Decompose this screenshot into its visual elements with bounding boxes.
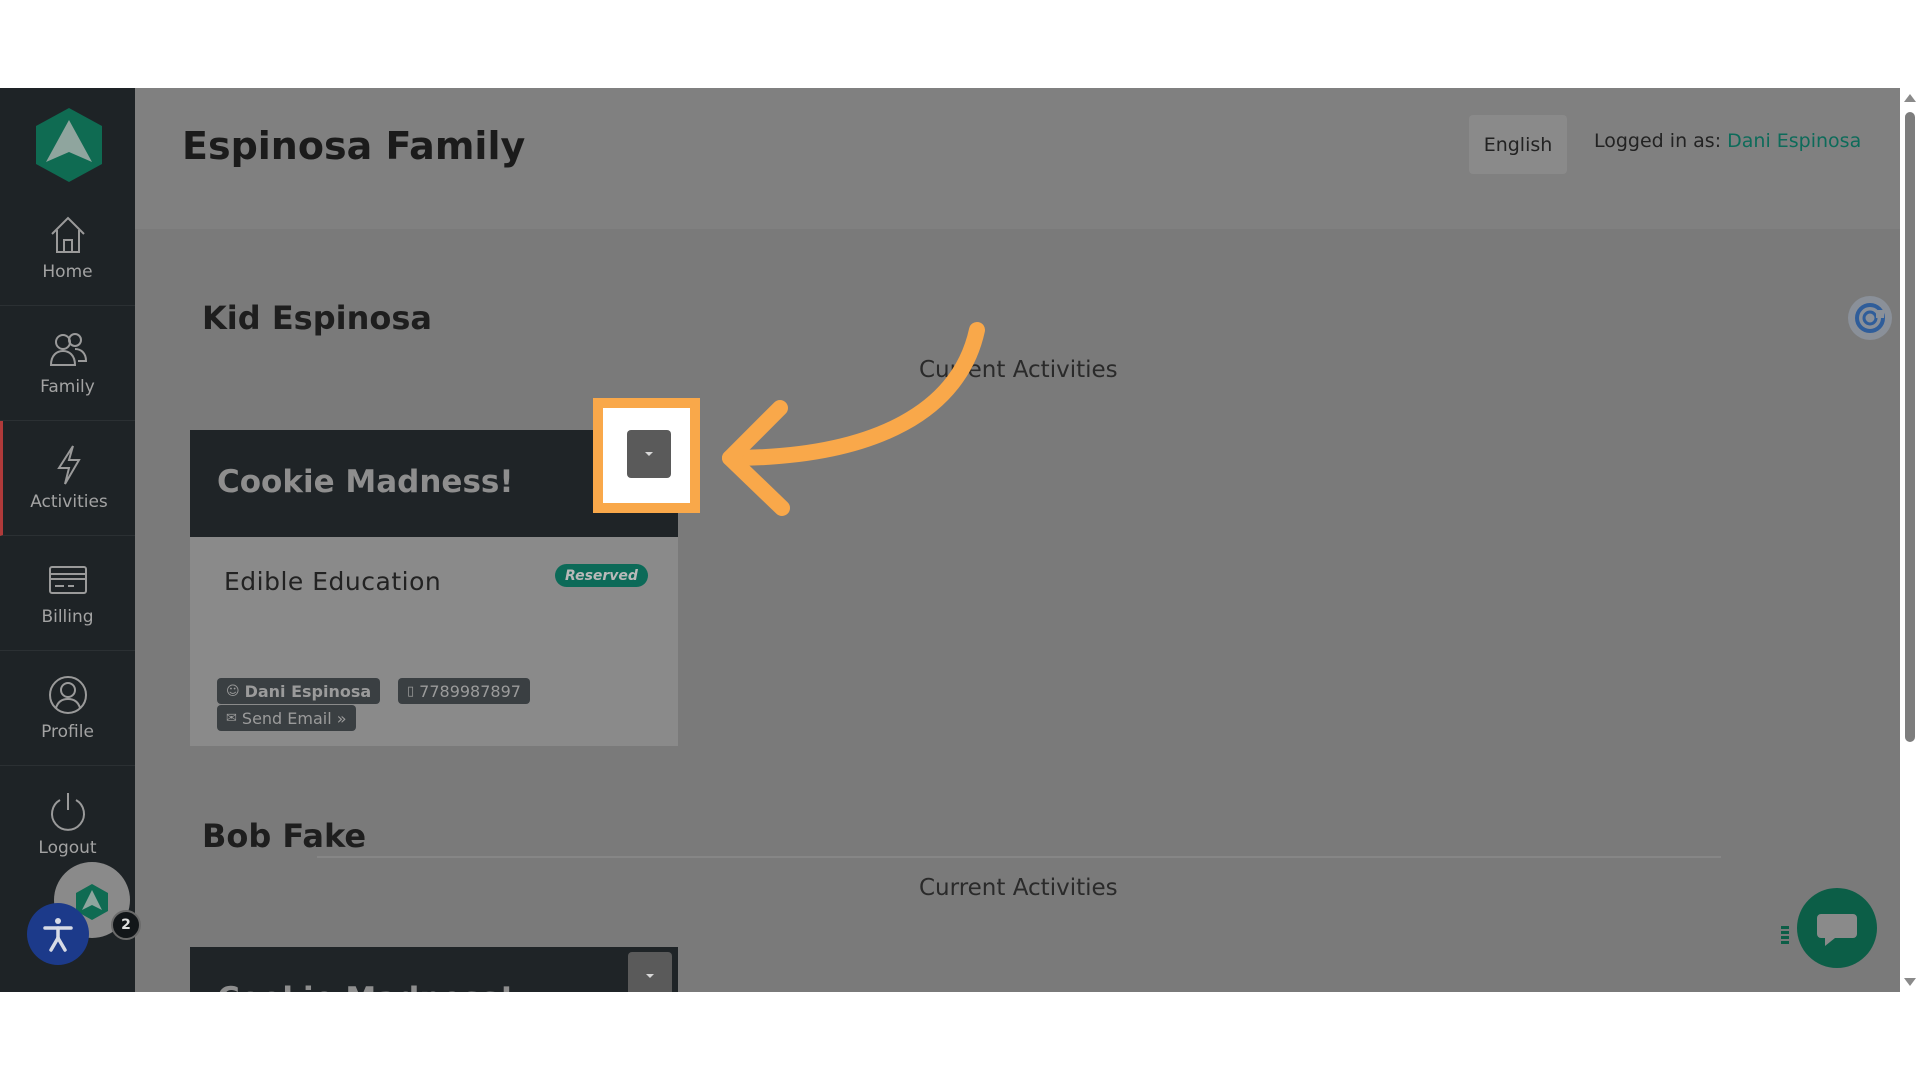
status-badge: Reserved xyxy=(555,564,648,587)
family-icon xyxy=(49,333,87,366)
profile-icon xyxy=(48,676,87,714)
logout-icon xyxy=(50,792,85,831)
scroll-down-icon[interactable] xyxy=(1904,978,1916,986)
page-header: Espinosa Family English Logged in as: Da… xyxy=(135,88,1900,229)
caret-down-icon xyxy=(645,452,653,456)
chat-bubble-icon xyxy=(1817,914,1857,946)
activity-dropdown-button[interactable] xyxy=(628,952,672,992)
sidebar-item-label: Logout xyxy=(38,837,97,858)
sidebar-item-label: Billing xyxy=(41,607,94,627)
main-content: Kid Espinosa Current Activities Cookie M… xyxy=(135,229,1900,992)
activity-dropdown-button-highlighted[interactable] xyxy=(627,430,671,478)
sidebar-item-activities[interactable]: Activities xyxy=(0,421,135,536)
logged-in-label: Logged in as: xyxy=(1594,130,1722,152)
sidebar-item-label: Home xyxy=(42,262,93,282)
caret-down-icon xyxy=(646,974,654,978)
accessibility-icon xyxy=(43,918,73,952)
kid-name: Kid Espinosa xyxy=(202,299,432,337)
language-button[interactable]: English xyxy=(1469,115,1567,174)
sidebar-item-label: Profile xyxy=(41,722,94,742)
send-email-label: Send Email » xyxy=(241,708,347,728)
logged-in-user-link[interactable]: Dani Espinosa xyxy=(1727,130,1861,152)
sidebar-item-profile[interactable]: Profile xyxy=(0,651,135,766)
chat-button[interactable] xyxy=(1797,888,1877,968)
scrollbar-thumb[interactable] xyxy=(1905,112,1915,742)
activities-icon xyxy=(57,445,81,485)
activity-card-header: Cookie Madness! xyxy=(190,947,678,992)
app-viewport: Home Family Activities Billing Profile L… xyxy=(0,88,1920,992)
activity-title: Cookie Madness! xyxy=(217,464,514,500)
kid-name: Bob Fake xyxy=(202,817,367,855)
sidebar: Home Family Activities Billing Profile L… xyxy=(0,88,135,992)
activity-provider: Edible Education xyxy=(224,567,442,596)
current-activities-label: Current Activities xyxy=(919,875,1118,901)
scrollbar[interactable] xyxy=(1900,88,1920,992)
page-title: Espinosa Family xyxy=(182,124,526,168)
contact-phone: 7789987897 xyxy=(419,681,521,701)
sidebar-item-label: Family xyxy=(40,377,95,397)
sidebar-item-billing[interactable]: Billing xyxy=(0,536,135,651)
phone-icon: ▯ xyxy=(407,683,415,699)
accessibility-button[interactable] xyxy=(27,903,89,965)
billing-icon xyxy=(48,566,87,594)
home-icon xyxy=(50,216,85,253)
sidebar-item-label: Activities xyxy=(30,492,108,512)
user-icon: ☺ xyxy=(226,683,240,699)
highlight-box xyxy=(593,398,700,513)
sidebar-item-family[interactable]: Family xyxy=(0,306,135,421)
contact-name-chip: ☺ Dani Espinosa xyxy=(217,678,381,704)
logged-in-info: Logged in as: Dani Espinosa xyxy=(1594,130,1861,152)
current-activities-label: Current Activities xyxy=(919,357,1118,383)
contact-phone-chip: ▯ 7789987897 xyxy=(398,678,530,704)
section-divider xyxy=(317,856,1721,858)
notification-count-badge[interactable]: 2 xyxy=(111,910,141,940)
activity-title: Cookie Madness! xyxy=(217,981,514,992)
send-email-button[interactable]: ✉ Send Email » xyxy=(217,705,356,731)
refresh-icon xyxy=(1855,303,1885,333)
envelope-icon: ✉ xyxy=(226,710,237,726)
contact-name: Dani Espinosa xyxy=(244,681,372,701)
highlight-spotlight xyxy=(603,408,690,503)
sidebar-item-home[interactable]: Home xyxy=(0,191,135,306)
brand-logo-icon[interactable] xyxy=(34,106,104,184)
activity-card: Cookie Madness! xyxy=(190,947,678,992)
reload-widget-button[interactable] xyxy=(1848,296,1892,340)
scroll-up-icon[interactable] xyxy=(1904,94,1916,102)
chat-drag-handle[interactable] xyxy=(1781,926,1789,946)
